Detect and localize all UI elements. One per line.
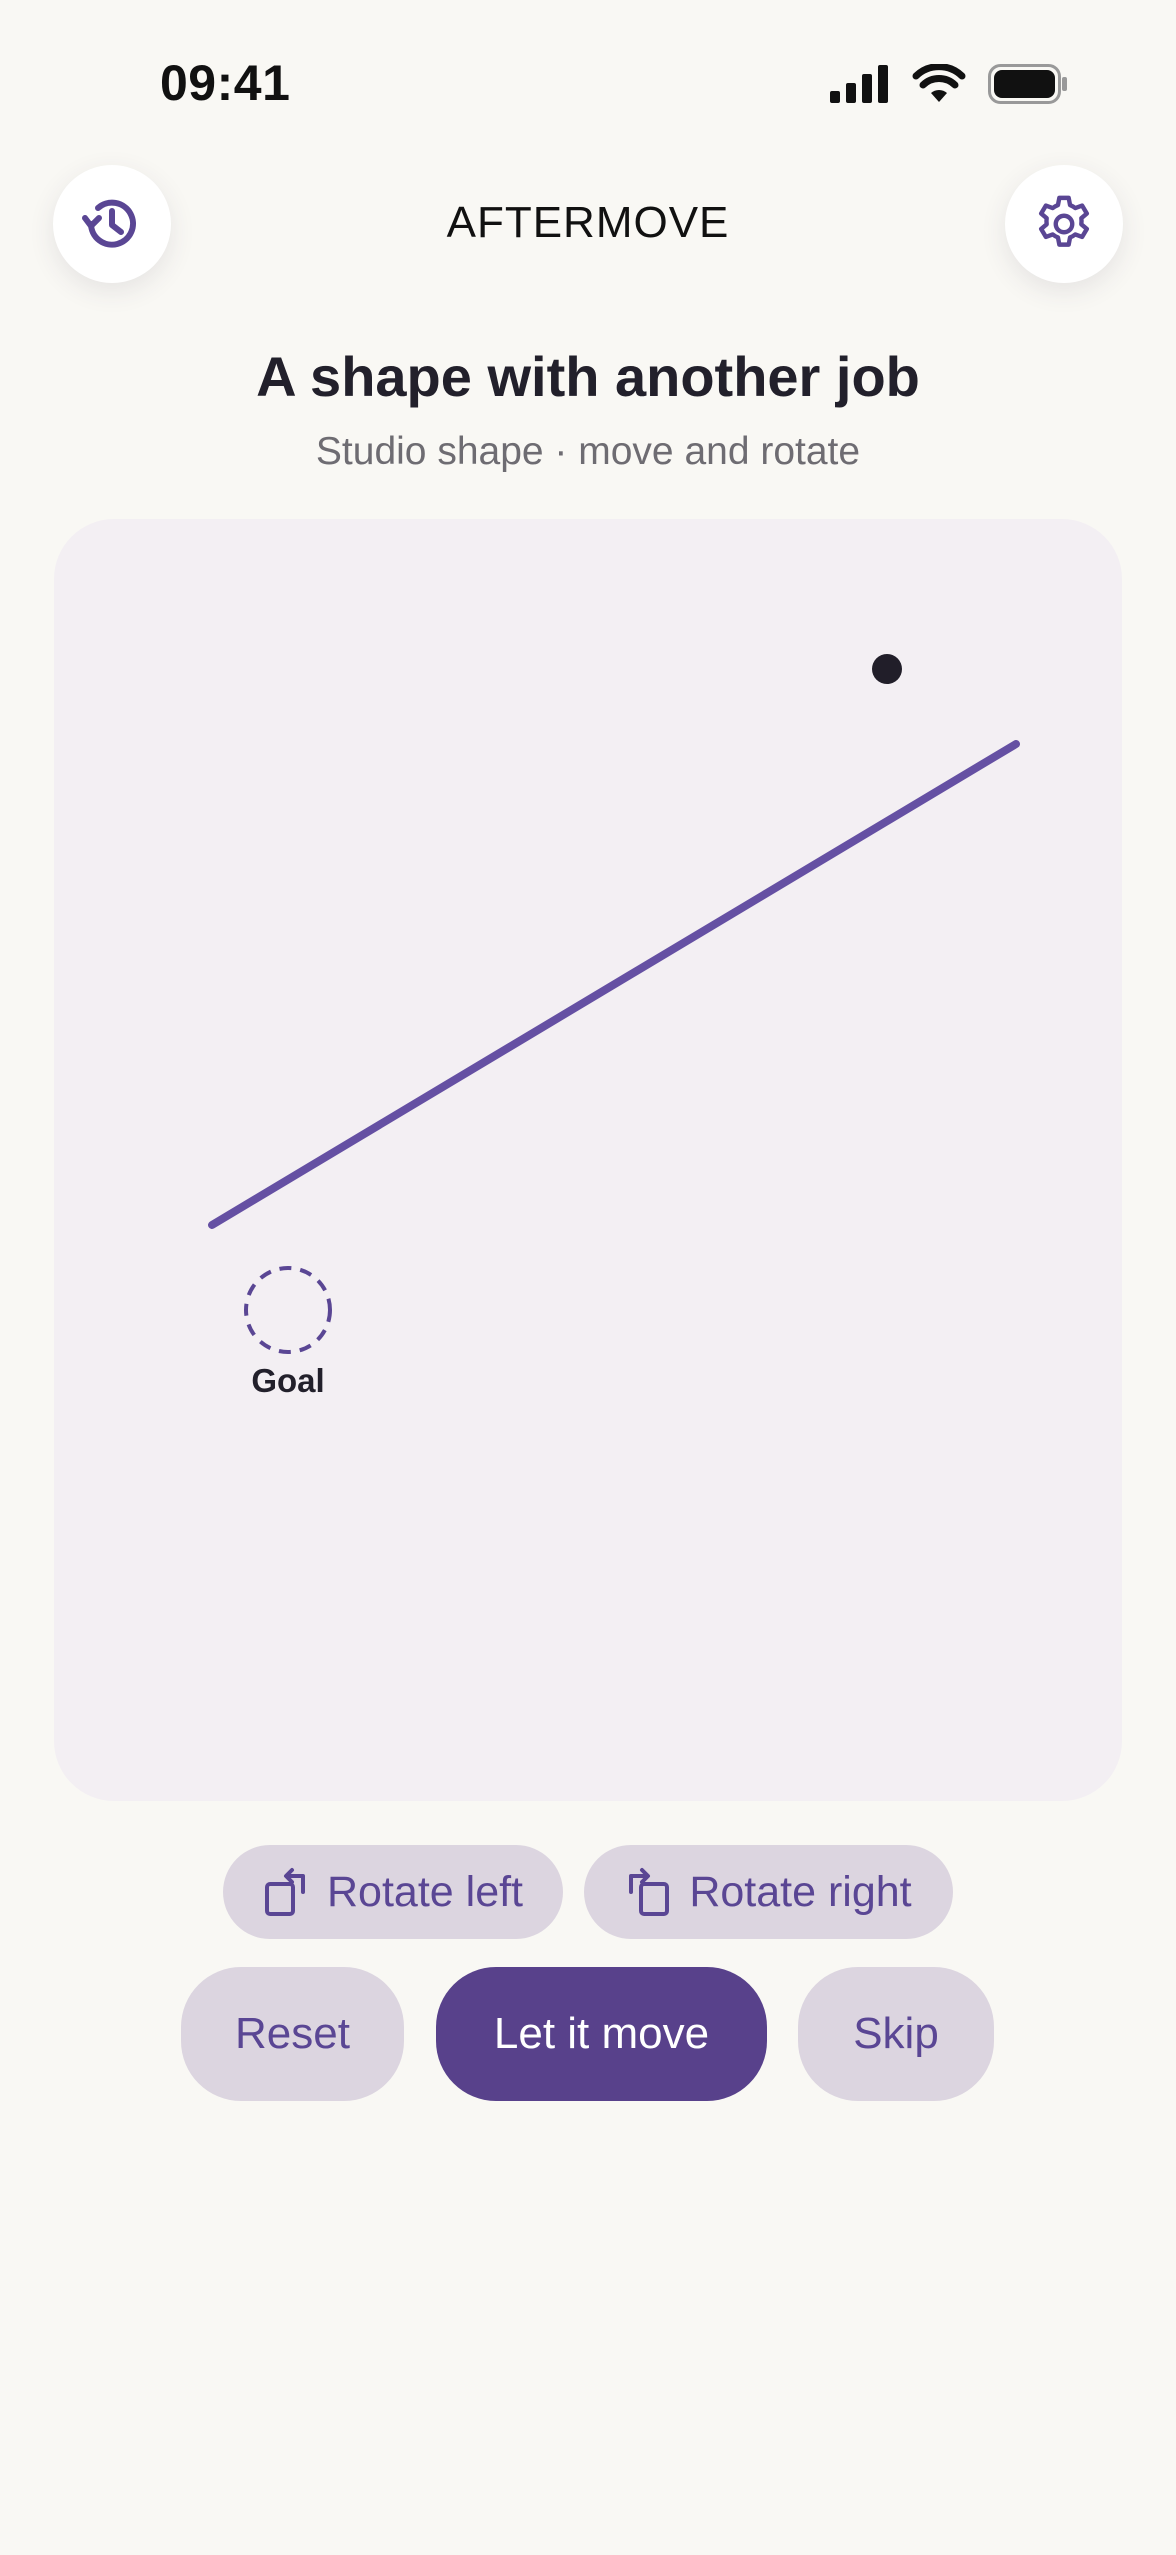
puzzle-board[interactable] [54, 519, 1122, 1801]
status-time: 09:41 [160, 55, 291, 111]
reset-button[interactable]: Reset [181, 1967, 404, 2101]
cellular-signal-icon [830, 65, 888, 103]
settings-button[interactable] [1005, 165, 1123, 283]
rotate-right-icon [629, 1868, 670, 1916]
rotate-right-label: Rotate right [689, 1867, 912, 1916]
board-canvas [208, 654, 1020, 1354]
let-it-move-button[interactable]: Let it move [436, 1967, 767, 2101]
status-icons [830, 64, 1068, 104]
game-screen: 09:41 AFTERMOVE A shape with another job… [0, 0, 1176, 2555]
skip-button[interactable]: Skip [798, 1967, 994, 2101]
gear-icon [1038, 195, 1090, 247]
puzzle-title: A shape with another job [256, 345, 920, 408]
goal-target [244, 1266, 332, 1354]
battery-icon [988, 64, 1067, 104]
rotate-left-label: Rotate left [327, 1867, 523, 1916]
status-bar: 09:41 [0, 0, 1176, 150]
rotate-left-button[interactable]: Rotate left [223, 1845, 563, 1939]
ball [872, 654, 902, 684]
wifi-icon [912, 64, 966, 102]
puzzle-subtitle: Studio shape · move and rotate [315, 430, 861, 473]
app-title: AFTERMOVE [446, 198, 730, 247]
rotate-left-icon [265, 1868, 305, 1916]
goal-label: Goal [251, 1362, 325, 1399]
rotate-right-button[interactable]: Rotate right [584, 1845, 953, 1939]
studio-shape-plank[interactable] [208, 740, 1020, 1229]
